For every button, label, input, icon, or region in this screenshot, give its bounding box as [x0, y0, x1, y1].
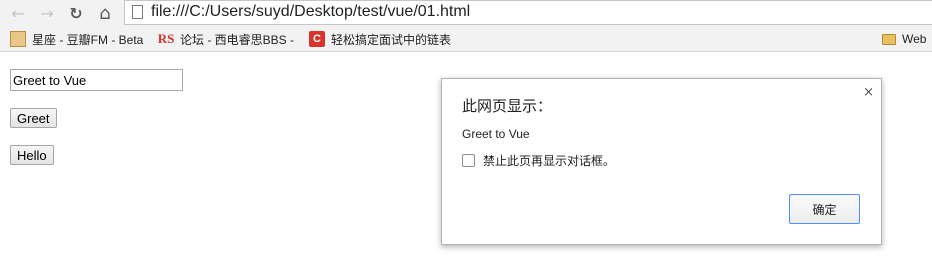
url-text[interactable]: file:///C:/Users/suyd/Desktop/test/vue/0…: [151, 3, 470, 21]
alert-dialog: 此网页显示： × Greet to Vue 禁止此页再显示对话框。 确定: [441, 78, 882, 245]
message-input[interactable]: [10, 69, 183, 91]
back-icon[interactable]: ←: [8, 3, 28, 23]
bookmark-folder-web[interactable]: Web: [882, 31, 926, 47]
bookmark-label: 轻松搞定面试中的链表: [331, 32, 452, 47]
page-content: Greet Hello 此网页显示： × Greet to Vue 禁止此页再显…: [0, 52, 932, 256]
bookmarks-bar: 星座 - 豆瓣FM - Beta RS 论坛 - 西电睿思BBS - C 轻松搞…: [0, 26, 932, 52]
page-icon: [132, 5, 143, 19]
bookmark-label: Web: [902, 32, 927, 46]
forward-icon[interactable]: →: [37, 3, 57, 23]
suppress-label[interactable]: 禁止此页再显示对话框。: [483, 152, 615, 169]
bookmark-linked-list[interactable]: C 轻松搞定面试中的链表: [309, 31, 451, 47]
bookmark-douban[interactable]: 星座 - 豆瓣FM - Beta: [10, 31, 143, 47]
close-icon[interactable]: ×: [863, 85, 874, 100]
home-icon[interactable]: ⌂: [95, 3, 115, 24]
rs-icon: RS: [157, 31, 175, 46]
address-bar[interactable]: file:///C:/Users/suyd/Desktop/test/vue/0…: [124, 0, 932, 25]
folder-icon: [882, 33, 896, 45]
dialog-message: Greet to Vue: [462, 127, 530, 141]
bookmark-rs-bbs[interactable]: RS 论坛 - 西电睿思BBS -: [158, 31, 294, 47]
bookmark-label: 论坛 - 西电睿思BBS -: [180, 32, 295, 47]
suppress-checkbox[interactable]: [462, 154, 475, 167]
reload-icon[interactable]: ↻: [66, 3, 86, 23]
dialog-title: 此网页显示：: [462, 98, 553, 115]
suppress-dialogs-row[interactable]: 禁止此页再显示对话框。: [462, 152, 615, 169]
bookmark-label: 星座 - 豆瓣FM - Beta: [32, 32, 144, 47]
ok-button[interactable]: 确定: [789, 194, 860, 224]
browser-toolbar: ← → ↻ ⌂ file:///C:/Users/suyd/Desktop/te…: [0, 0, 932, 26]
douban-icon: [10, 31, 26, 47]
c-icon: C: [309, 31, 325, 47]
greet-button[interactable]: Greet: [10, 108, 57, 128]
hello-button[interactable]: Hello: [10, 145, 54, 165]
